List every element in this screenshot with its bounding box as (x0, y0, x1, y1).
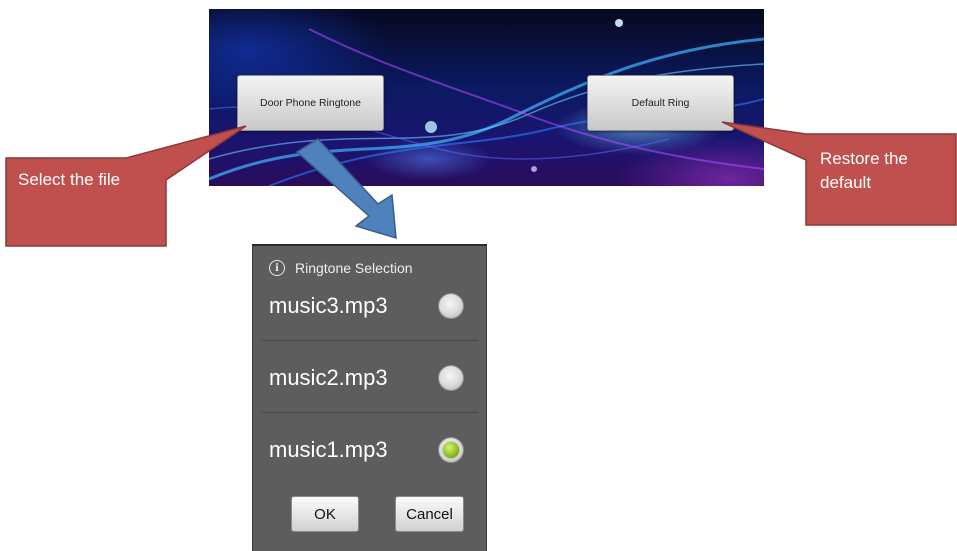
info-icon: i (269, 260, 285, 276)
radio-button-selected[interactable] (438, 437, 464, 463)
restore-default-line2: default (820, 173, 872, 192)
select-file-label: Select the file (18, 170, 121, 189)
radio-button[interactable] (438, 293, 464, 319)
down-arrow-icon (295, 138, 397, 240)
dialog-title-bar: i Ringtone Selection (269, 258, 413, 278)
ringtone-option-music3[interactable]: music3.mp3 (261, 276, 478, 336)
ringtone-option-music1[interactable]: music1.mp3 (261, 420, 478, 480)
option-label: music3.mp3 (269, 293, 388, 318)
radio-selected-dot (443, 442, 459, 458)
restore-default-line1: Restore the (820, 149, 908, 168)
divider (261, 412, 478, 413)
ringtone-option-music2[interactable]: music2.mp3 (261, 348, 478, 408)
option-label: music2.mp3 (269, 365, 388, 390)
ringtone-selection-dialog: i Ringtone Selection music3.mp3 music2.m… (252, 244, 487, 551)
option-label: music1.mp3 (269, 437, 388, 462)
restore-default-label: Restore the default (820, 147, 930, 195)
radio-button[interactable] (438, 365, 464, 391)
cancel-button[interactable]: Cancel (395, 496, 464, 532)
divider (261, 340, 478, 341)
dialog-title: Ringtone Selection (295, 260, 413, 276)
ok-button[interactable]: OK (291, 496, 359, 532)
